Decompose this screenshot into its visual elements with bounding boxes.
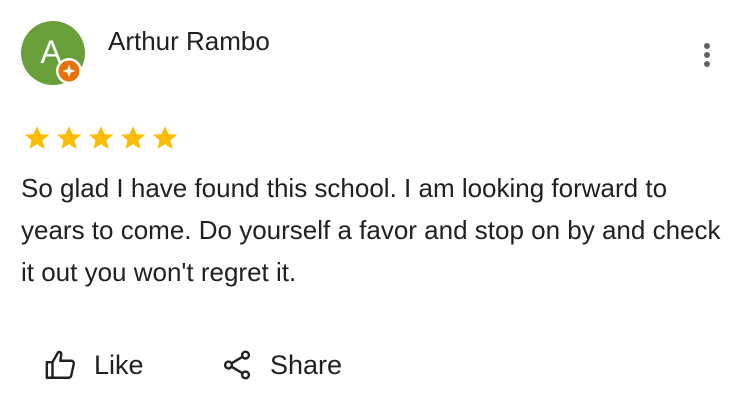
star-icon xyxy=(89,126,113,149)
star-icon xyxy=(121,126,145,149)
star-icon xyxy=(25,126,49,149)
like-button[interactable]: Like xyxy=(44,342,144,388)
review-text: So glad I have found this school. I am l… xyxy=(21,173,721,287)
share-button[interactable]: Share xyxy=(220,342,342,388)
more-options-button[interactable] xyxy=(690,38,724,72)
share-icon xyxy=(223,350,251,380)
reviewer-name[interactable]: Arthur Rambo xyxy=(108,25,270,57)
local-guide-icon xyxy=(56,58,82,84)
like-label: Like xyxy=(94,349,144,380)
star-icon xyxy=(57,126,81,149)
star-rating xyxy=(21,122,181,154)
thumb-up-icon xyxy=(45,350,76,379)
more-vert-icon xyxy=(704,43,710,67)
review-card: A Arthur Rambo So glad I have found this… xyxy=(0,0,752,406)
share-label: Share xyxy=(270,349,343,380)
star-icon xyxy=(153,126,177,149)
